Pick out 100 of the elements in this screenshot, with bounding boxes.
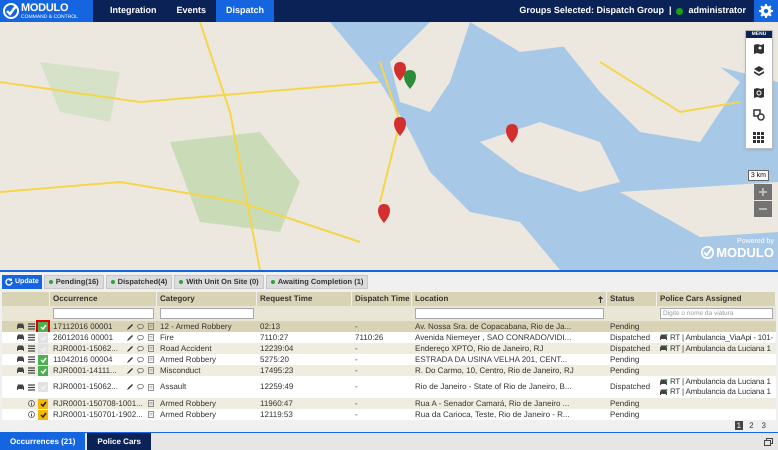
zoom-out-button[interactable] — [754, 201, 772, 217]
page-link[interactable]: 3 — [760, 421, 768, 430]
comment-icon[interactable] — [137, 334, 144, 340]
police-car-name[interactable]: RT | Ambulancia_ViaApi - 101- — [670, 332, 774, 342]
car-icon[interactable] — [16, 345, 25, 352]
table-cell: RJR0001-150701-1902... — [53, 408, 143, 420]
table-cell: RJR0001-14111... — [53, 364, 117, 376]
list-icon[interactable] — [28, 384, 35, 390]
page-link[interactable]: 1 — [734, 421, 744, 430]
bottom-tab[interactable]: Police Cars — [87, 433, 151, 450]
status-checkbox[interactable] — [38, 332, 48, 342]
table-cell: 7110:26 — [355, 332, 384, 344]
list-icon[interactable] — [28, 323, 35, 330]
settings-button[interactable] — [754, 0, 778, 22]
comment-icon[interactable] — [137, 384, 144, 390]
table-cell: Pending — [610, 364, 640, 376]
document-icon[interactable] — [148, 356, 154, 363]
bottom-tab[interactable]: Occurrences (21) — [0, 433, 86, 450]
table-cell: 7110:27 — [260, 332, 288, 344]
table-row[interactable]: 11042016 00004 Armed Robbery 5275:20 - ESTRADA DA USINA VELHA 201, CENT... Pending — [2, 354, 776, 365]
table-cell: Road Accident — [160, 342, 212, 354]
comment-icon[interactable] — [137, 368, 144, 374]
car-icon[interactable] — [16, 334, 25, 341]
info-icon[interactable] — [28, 400, 35, 407]
table-row[interactable]: RJR0001-15062... Road Accident 12239:04 - Endereço XPTO, Rio de Janeiro, RJ Dispatched RT | Ambulancia da Luciana 1 — [2, 343, 776, 354]
document-icon[interactable] — [148, 334, 154, 341]
status-checkbox[interactable] — [38, 322, 48, 332]
list-icon[interactable] — [28, 367, 35, 374]
list-icon[interactable] — [28, 345, 35, 352]
table-cell: Rua da Carioca, Teste, Rio de Janeiro - R... — [415, 408, 570, 420]
car-icon[interactable] — [16, 323, 25, 330]
table-row[interactable]: 26012016 00001 Fire 7110:27 7110:26 Avenida Niemeyer , SAO CONRADO/VIDI... Dispatched RT | Ambulancia_ViaApi - 101- — [2, 332, 776, 343]
table-cell: Fire — [160, 332, 174, 344]
table-cell: - — [355, 398, 358, 410]
table-cell: - — [355, 381, 358, 393]
table-cell: R. Do Carmo, 10, Centro, Rio de Janeiro, RJ — [415, 364, 574, 376]
table-row[interactable]: RJR0001-15062... Assault 12259:49 - Rio de Janeiro - State of Rio de Janeiro, B... Dispatched RT | Ambulancia da Luciana 1 RT | Ambulancia da Luciana 1 — [2, 376, 776, 398]
table-row[interactable]: RJR0001-14111... Misconduct 17495:23 - R. Do Carmo, 10, Centro, Rio de Janeiro, RJ Pending — [2, 365, 776, 376]
nav-tab[interactable]: Integration — [100, 0, 166, 22]
layers-icon[interactable] — [753, 65, 765, 77]
table-cell: - — [355, 342, 358, 354]
comment-icon[interactable] — [137, 356, 144, 362]
car-icon — [659, 378, 668, 386]
map-search-icon[interactable] — [753, 87, 765, 99]
table-cell: Pending — [610, 398, 640, 410]
document-icon[interactable] — [148, 411, 154, 418]
logo-check-icon — [701, 246, 714, 259]
filter-input[interactable] — [160, 308, 254, 319]
police-car-name[interactable]: RT | Ambulancia da Luciana 1 — [670, 387, 771, 397]
comment-icon[interactable] — [137, 346, 144, 352]
status-checkbox[interactable] — [38, 366, 48, 376]
page-link[interactable]: 2 — [747, 421, 756, 430]
table-cell: Rua A - Senador Camará, Rio de Janeiro ... — [415, 398, 570, 410]
car-icon[interactable] — [16, 356, 25, 363]
table-cell: RJR0001-15062... — [53, 381, 118, 393]
table-cell: - — [355, 354, 358, 366]
table-cell: 5275:20 — [260, 354, 289, 366]
filter-input[interactable] — [415, 308, 604, 319]
status-checkbox[interactable] — [38, 354, 48, 364]
list-icon[interactable] — [28, 356, 35, 363]
police-car-name[interactable]: RT | Ambulancia da Luciana 1 — [670, 377, 771, 387]
table-cell: Dispatched — [610, 332, 650, 344]
table-cell: Armed Robbery — [160, 354, 216, 366]
status-checkbox[interactable] — [38, 344, 48, 354]
table-row[interactable]: RJR0001-150701-1902... Armed Robbery 12119:53 - Rua da Carioca, Teste, Rio de Janeiro - R... Pending — [2, 409, 776, 420]
car-icon[interactable] — [16, 367, 25, 374]
status-checkbox[interactable] — [38, 382, 48, 392]
car-icon[interactable] — [16, 384, 25, 390]
document-icon[interactable] — [148, 384, 154, 390]
document-icon[interactable] — [148, 400, 154, 407]
car-icon — [659, 345, 668, 352]
user-name[interactable]: administrator — [688, 4, 746, 18]
map-icon[interactable] — [753, 43, 765, 55]
pencil-icon[interactable] — [127, 384, 133, 390]
table-cell: 12259:49 — [260, 381, 294, 393]
police-car-name[interactable]: RT | Ambulancia da Luciana 1 — [670, 344, 771, 354]
shapes-icon[interactable] — [753, 109, 765, 121]
sort-arrow-icon — [598, 296, 603, 302]
table-row[interactable]: 17112016 00001 12 - Armed Robbery 02:13 - Av. Nossa Sra. de Copacabana, Rio de Ja... Pending — [2, 321, 776, 332]
document-icon[interactable] — [148, 345, 154, 352]
status-checkbox[interactable] — [38, 410, 48, 420]
table-cell: 11042016 00004 — [53, 354, 112, 366]
table-cell: RJR0001-15062... — [53, 342, 118, 354]
zoom-in-button[interactable] — [754, 184, 772, 200]
table-cell: - — [355, 320, 358, 332]
document-icon[interactable] — [148, 367, 154, 374]
list-icon[interactable] — [28, 334, 35, 341]
nav-tab[interactable]: Dispatch — [216, 0, 274, 22]
table-cell: 12119:53 — [260, 408, 293, 420]
document-icon[interactable] — [148, 323, 154, 330]
brand-name: MODULO — [716, 246, 774, 259]
nav-tab[interactable]: Events — [166, 0, 216, 22]
table-row[interactable]: RJR0001-150708-1001... Armed Robbery 11960:47 - Rua A - Senador Camará, Rio de Janeiro ... Pending — [2, 398, 776, 409]
car-icon — [659, 388, 668, 396]
grid-icon[interactable] — [753, 131, 765, 143]
status-checkbox[interactable] — [38, 398, 48, 408]
filter-input[interactable] — [53, 308, 154, 319]
table-cell: Misconduct — [160, 364, 200, 376]
comment-icon[interactable] — [137, 324, 144, 330]
info-icon[interactable] — [28, 411, 35, 418]
